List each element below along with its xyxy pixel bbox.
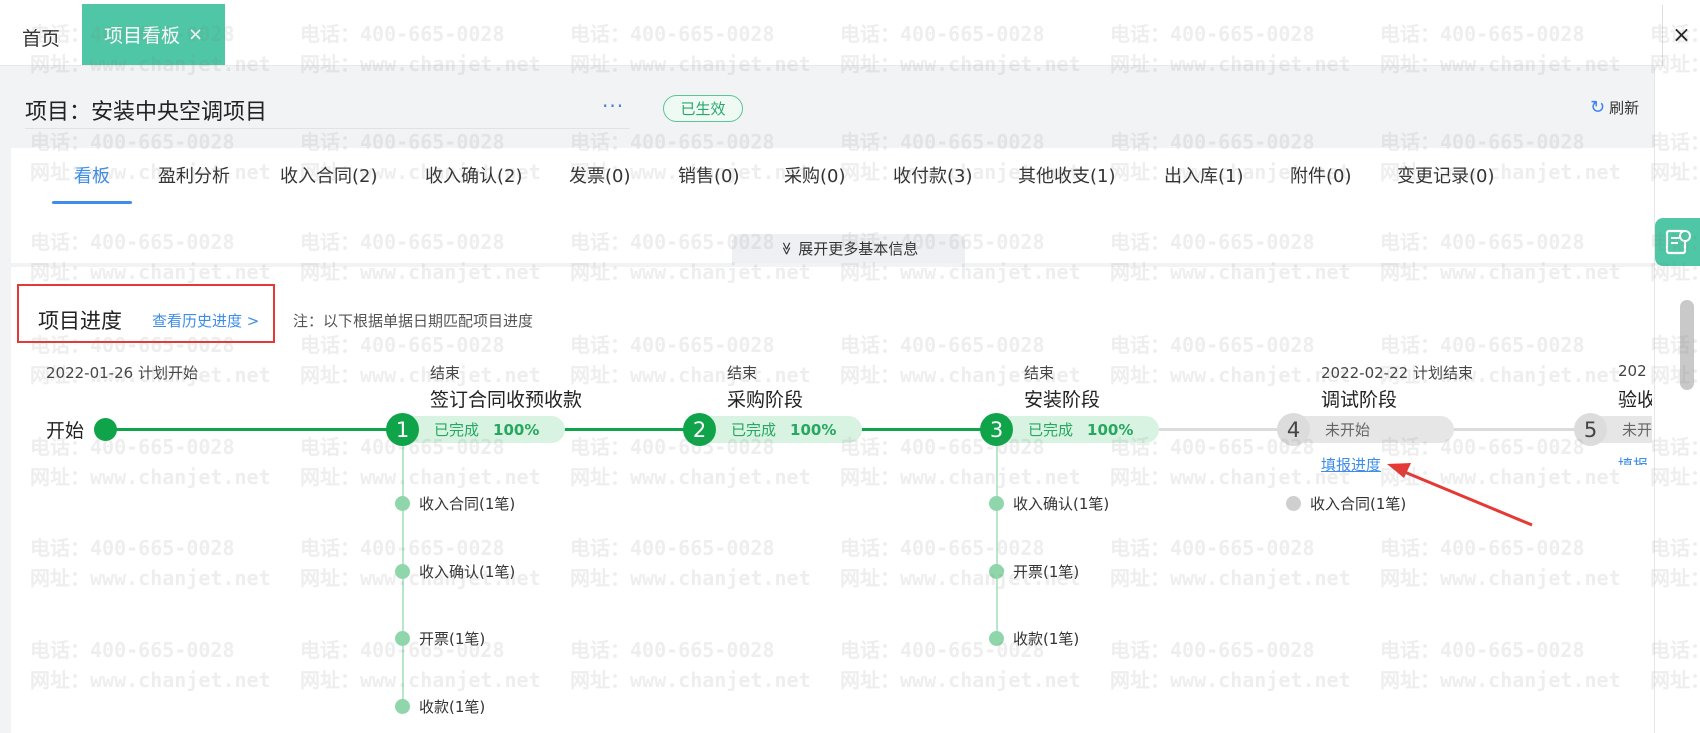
annotation-arrow bbox=[1387, 463, 1533, 527]
notes-icon bbox=[1665, 229, 1691, 255]
right-side-strip bbox=[1654, 66, 1700, 733]
scrollbar[interactable] bbox=[1680, 300, 1694, 390]
notes-float-button[interactable] bbox=[1655, 218, 1700, 266]
